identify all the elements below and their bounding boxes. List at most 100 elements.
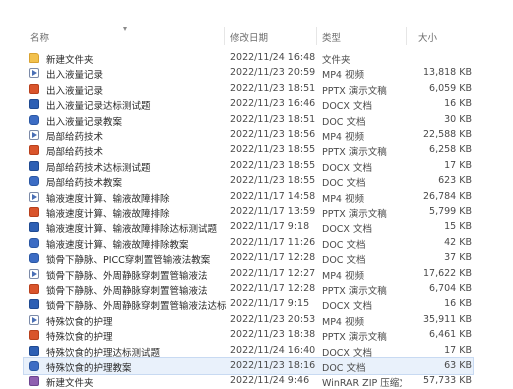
- ppt-file-icon: [29, 330, 39, 341]
- folder-icon: [29, 53, 39, 63]
- file-size: 16 KB: [444, 98, 472, 110]
- file-modified-date: 2022/11/23 18:38: [230, 329, 316, 341]
- file-type: PPTX 演示文稿: [322, 332, 387, 344]
- file-name: 出入液量记录: [46, 70, 104, 82]
- file-row[interactable]: 锁骨下静脉、外周静脉穿刺置管输液法 2022/11/17 12:27 MP4 视频 1…: [24, 266, 473, 282]
- file-size: 17,622 KB: [422, 267, 472, 279]
- file-row[interactable]: 局部给药技术 2022/11/23 18:56 MP4 视频 22,588 KB: [24, 127, 473, 143]
- file-name: 出入液量记录: [46, 85, 104, 97]
- column-divider[interactable]: [316, 27, 317, 45]
- file-name: 特殊饮食的护理达标测试题: [46, 347, 161, 359]
- file-type: PPTX 演示文稿: [322, 209, 387, 220]
- file-row[interactable]: 出入液量记录教案 2022/11/23 18:51 DOC 文档 30 KB: [24, 112, 473, 128]
- ppt-file-icon: [29, 284, 39, 294]
- file-modified-date: 2022/11/23 20:59: [230, 67, 316, 79]
- file-modified-date: 2022/11/17 9:15: [230, 298, 310, 310]
- file-modified-date: 2022/11/17 12:28: [230, 283, 316, 294]
- file-name: 输液速度计算、输液故障排除: [46, 209, 170, 220]
- ppt-file-icon: [29, 207, 39, 217]
- file-row[interactable]: 输液速度计算、输液故障排除教案 2022/11/17 11:26 DOC 文档 42 …: [24, 235, 473, 251]
- file-size: 22,588 KB: [422, 129, 472, 140]
- ppt-file-icon: [29, 145, 39, 156]
- file-type: MP4 视频: [322, 316, 364, 328]
- file-row[interactable]: 局部给药技术 2022/11/23 18:55 PPTX 演示文稿 6,258 KB: [24, 142, 473, 158]
- file-name: 新建文件夹: [46, 378, 94, 389]
- column-header-bar: 名称 修改日期 类型 大小: [0, 25, 513, 47]
- file-row[interactable]: 输液速度计算、输液故障排除达标测试题 2022/11/17 9:18 DOCX 文档…: [24, 219, 473, 235]
- file-modified-date: 2022/11/17 13:59: [230, 206, 316, 217]
- doc-file-icon: [29, 176, 39, 187]
- word-file-icon: [29, 222, 39, 233]
- file-name: 特殊饮食的护理教案: [46, 363, 132, 374]
- file-type: WinRAR ZIP 压缩文件: [322, 378, 402, 389]
- column-divider[interactable]: [406, 27, 407, 45]
- file-row[interactable]: 锁骨下静脉、外周静脉穿刺置管输液法 2022/11/17 12:28 PPTX 演示…: [24, 281, 473, 297]
- sort-indicator-icon: [123, 27, 127, 31]
- file-row[interactable]: 出入液量记录 2022/11/23 20:59 MP4 视频 13,818 KB: [24, 65, 473, 81]
- file-type: DOC 文档: [322, 239, 366, 251]
- file-name: 锁骨下静脉、PICC穿刺置管输液法教案: [46, 255, 211, 267]
- file-size: 6,704 KB: [429, 283, 472, 294]
- file-type: DOC 文档: [322, 178, 366, 190]
- word-file-icon: [29, 299, 39, 310]
- file-row[interactable]: 特殊饮食的护理 2022/11/23 20:53 MP4 视频 35,911 KB: [24, 312, 473, 328]
- file-row[interactable]: 出入液量记录达标测试题 2022/11/23 16:46 DOCX 文档 16 KB: [24, 96, 473, 112]
- file-modified-date: 2022/11/17 12:27: [230, 267, 316, 279]
- archive-file-icon: [29, 376, 39, 387]
- column-header-size[interactable]: 大小: [418, 30, 437, 44]
- file-row[interactable]: 锁骨下静脉、外周静脉穿刺置管输液法达标测... 2022/11/17 9:15 DO…: [24, 296, 473, 312]
- file-size: 15 KB: [444, 221, 472, 233]
- file-row[interactable]: 特殊饮食的护理达标测试题 2022/11/24 16:40 DOCX 文档 17 KB: [24, 343, 473, 359]
- doc-file-icon: [29, 237, 39, 248]
- file-modified-date: 2022/11/23 20:53: [230, 313, 316, 325]
- file-name: 输液速度计算、输液故障排除教案: [46, 239, 189, 251]
- file-name: 特殊饮食的护理: [46, 332, 113, 344]
- file-row[interactable]: 输液速度计算、输液故障排除 2022/11/17 14:58 MP4 视频 26,78…: [24, 189, 473, 205]
- file-row[interactable]: 新建文件夹 2022/11/24 9:46 WinRAR ZIP 压缩文件 57,73…: [24, 373, 473, 389]
- file-row[interactable]: 局部给药技术达标测试题 2022/11/23 18:55 DOCX 文档 17 KB: [24, 158, 473, 174]
- file-modified-date: 2022/11/23 18:55: [230, 144, 316, 156]
- file-modified-date: 2022/11/23 18:55: [230, 159, 316, 171]
- column-header-name[interactable]: 名称: [30, 30, 49, 44]
- file-size: 35,911 KB: [422, 313, 472, 325]
- file-modified-date: 2022/11/24 16:48: [230, 52, 316, 63]
- file-type: PPTX 演示文稿: [322, 286, 387, 297]
- file-size: 17 KB: [444, 344, 472, 356]
- file-name: 出入液量记录教案: [46, 116, 123, 128]
- file-size: 17 KB: [444, 159, 472, 171]
- file-size: 63 KB: [444, 360, 472, 371]
- file-size: 37 KB: [444, 252, 472, 264]
- file-name: 局部给药技术: [46, 147, 104, 159]
- file-name: 特殊饮食的护理: [46, 316, 113, 328]
- column-divider[interactable]: [224, 27, 225, 45]
- column-header-type[interactable]: 类型: [322, 30, 341, 44]
- file-modified-date: 2022/11/17 11:26: [230, 236, 316, 248]
- file-row[interactable]: 新建文件夹 2022/11/24 16:48 文件夹: [24, 50, 473, 66]
- file-type: DOCX 文档: [322, 224, 372, 236]
- file-row[interactable]: 特殊饮食的护理 2022/11/23 18:38 PPTX 演示文稿 6,461 KB: [24, 327, 473, 343]
- file-name: 新建文件夹: [46, 55, 94, 66]
- file-row[interactable]: 锁骨下静脉、PICC穿刺置管输液法教案 2022/11/17 12:28 DOC 文…: [24, 250, 473, 266]
- file-row[interactable]: 出入液量记录 2022/11/23 18:51 PPTX 演示文稿 6,059 KB: [24, 81, 473, 97]
- file-modified-date: 2022/11/23 18:16: [230, 360, 316, 371]
- column-header-date[interactable]: 修改日期: [230, 30, 268, 44]
- word-file-icon: [29, 99, 39, 110]
- file-type: MP4 视频: [322, 70, 364, 82]
- video-file-icon: [29, 130, 39, 140]
- file-row[interactable]: 特殊饮食的护理教案 2022/11/23 18:16 DOC 文档 63 KB: [23, 357, 474, 375]
- file-type: DOC 文档: [322, 116, 366, 128]
- file-modified-date: 2022/11/23 16:46: [230, 98, 316, 110]
- file-size: 30 KB: [444, 113, 472, 125]
- file-modified-date: 2022/11/17 14:58: [230, 190, 316, 202]
- file-row[interactable]: 局部给药技术教案 2022/11/23 18:55 DOC 文档 623 KB: [24, 173, 473, 189]
- file-row[interactable]: 输液速度计算、输液故障排除 2022/11/17 13:59 PPTX 演示文稿 5,…: [24, 204, 473, 220]
- ppt-file-icon: [29, 83, 39, 94]
- file-name: 局部给药技术: [46, 132, 104, 143]
- file-name: 局部给药技术教案: [46, 178, 123, 190]
- file-type: PPTX 演示文稿: [322, 85, 387, 97]
- video-file-icon: [29, 191, 39, 202]
- file-size: 57,733 KB: [422, 375, 472, 387]
- doc-file-icon: [29, 361, 39, 371]
- file-type: MP4 视频: [322, 270, 364, 282]
- video-file-icon: [29, 68, 39, 79]
